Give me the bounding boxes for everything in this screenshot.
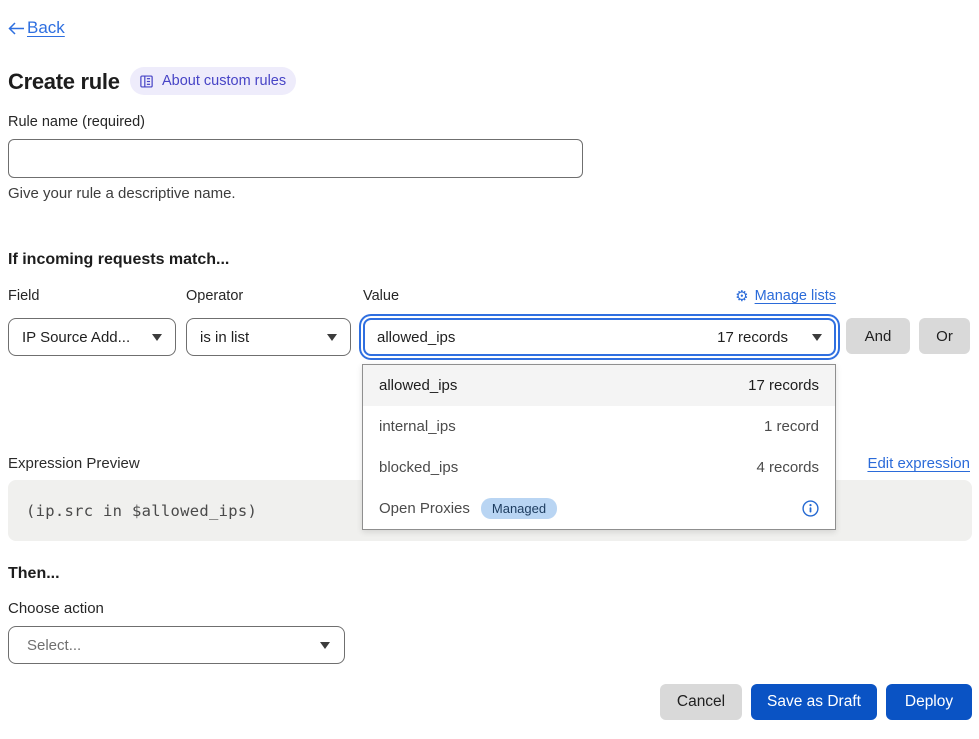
back-link[interactable]: Back bbox=[8, 18, 65, 38]
choose-action-label: Choose action bbox=[8, 600, 104, 617]
deploy-button[interactable]: Deploy bbox=[886, 684, 972, 720]
value-combobox-value: allowed_ips bbox=[377, 329, 717, 346]
chevron-down-icon bbox=[812, 334, 822, 341]
expression-code: (ip.src in $allowed_ips) bbox=[26, 502, 257, 520]
page-title: Create rule bbox=[8, 69, 120, 95]
list-item-open-proxies[interactable]: Open Proxies Managed bbox=[363, 488, 835, 529]
book-icon bbox=[139, 74, 154, 89]
cancel-button[interactable]: Cancel bbox=[660, 684, 742, 720]
expression-preview-label: Expression Preview bbox=[8, 455, 140, 472]
rule-name-helper-text: Give your rule a descriptive name. bbox=[8, 185, 236, 202]
field-select[interactable]: IP Source Add... bbox=[8, 318, 176, 356]
list-item-allowed-ips[interactable]: allowed_ips 17 records bbox=[363, 365, 835, 406]
field-select-value: IP Source Add... bbox=[22, 329, 130, 346]
about-custom-rules-badge[interactable]: About custom rules bbox=[130, 67, 296, 95]
operator-select[interactable]: is in list bbox=[186, 318, 351, 356]
or-button[interactable]: Or bbox=[919, 318, 970, 354]
manage-lists-label: Manage lists bbox=[755, 288, 836, 304]
chevron-down-icon bbox=[320, 642, 330, 649]
then-section-heading: Then... bbox=[8, 565, 60, 583]
list-item-name: allowed_ips bbox=[379, 377, 457, 394]
value-combobox-records: 17 records bbox=[717, 329, 788, 346]
chevron-down-icon bbox=[327, 334, 337, 341]
value-column-label: Value bbox=[363, 288, 399, 304]
list-item-blocked-ips[interactable]: blocked_ips 4 records bbox=[363, 447, 835, 488]
field-column-label: Field bbox=[8, 288, 39, 304]
action-select-placeholder: Select... bbox=[27, 637, 81, 654]
info-icon[interactable] bbox=[802, 500, 819, 517]
list-item-records: 4 records bbox=[756, 459, 819, 476]
save-as-draft-button[interactable]: Save as Draft bbox=[751, 684, 877, 720]
manage-lists-link[interactable]: ⚙ Manage lists bbox=[735, 288, 836, 304]
edit-expression-link[interactable]: Edit expression bbox=[867, 455, 970, 472]
list-item-name: Open Proxies bbox=[379, 500, 470, 517]
operator-select-value: is in list bbox=[200, 329, 249, 346]
list-item-records: 17 records bbox=[748, 377, 819, 394]
value-combobox[interactable]: allowed_ips 17 records bbox=[363, 318, 836, 356]
managed-badge: Managed bbox=[481, 498, 557, 520]
operator-column-label: Operator bbox=[186, 288, 243, 304]
and-button[interactable]: And bbox=[846, 318, 910, 354]
rule-name-input[interactable] bbox=[8, 139, 583, 178]
back-link-label: Back bbox=[27, 18, 65, 38]
list-item-internal-ips[interactable]: internal_ips 1 record bbox=[363, 406, 835, 447]
about-badge-label: About custom rules bbox=[162, 73, 286, 89]
list-item-name: blocked_ips bbox=[379, 459, 458, 476]
match-section-heading: If incoming requests match... bbox=[8, 251, 229, 269]
list-item-name: internal_ips bbox=[379, 418, 456, 435]
action-select[interactable]: Select... bbox=[8, 626, 345, 664]
rule-name-label: Rule name (required) bbox=[8, 114, 145, 130]
list-item-records: 1 record bbox=[764, 418, 819, 435]
chevron-down-icon bbox=[152, 334, 162, 341]
list-dropdown: allowed_ips 17 records internal_ips 1 re… bbox=[362, 364, 836, 530]
back-arrow-icon bbox=[8, 22, 25, 35]
gear-icon: ⚙ bbox=[735, 289, 748, 304]
